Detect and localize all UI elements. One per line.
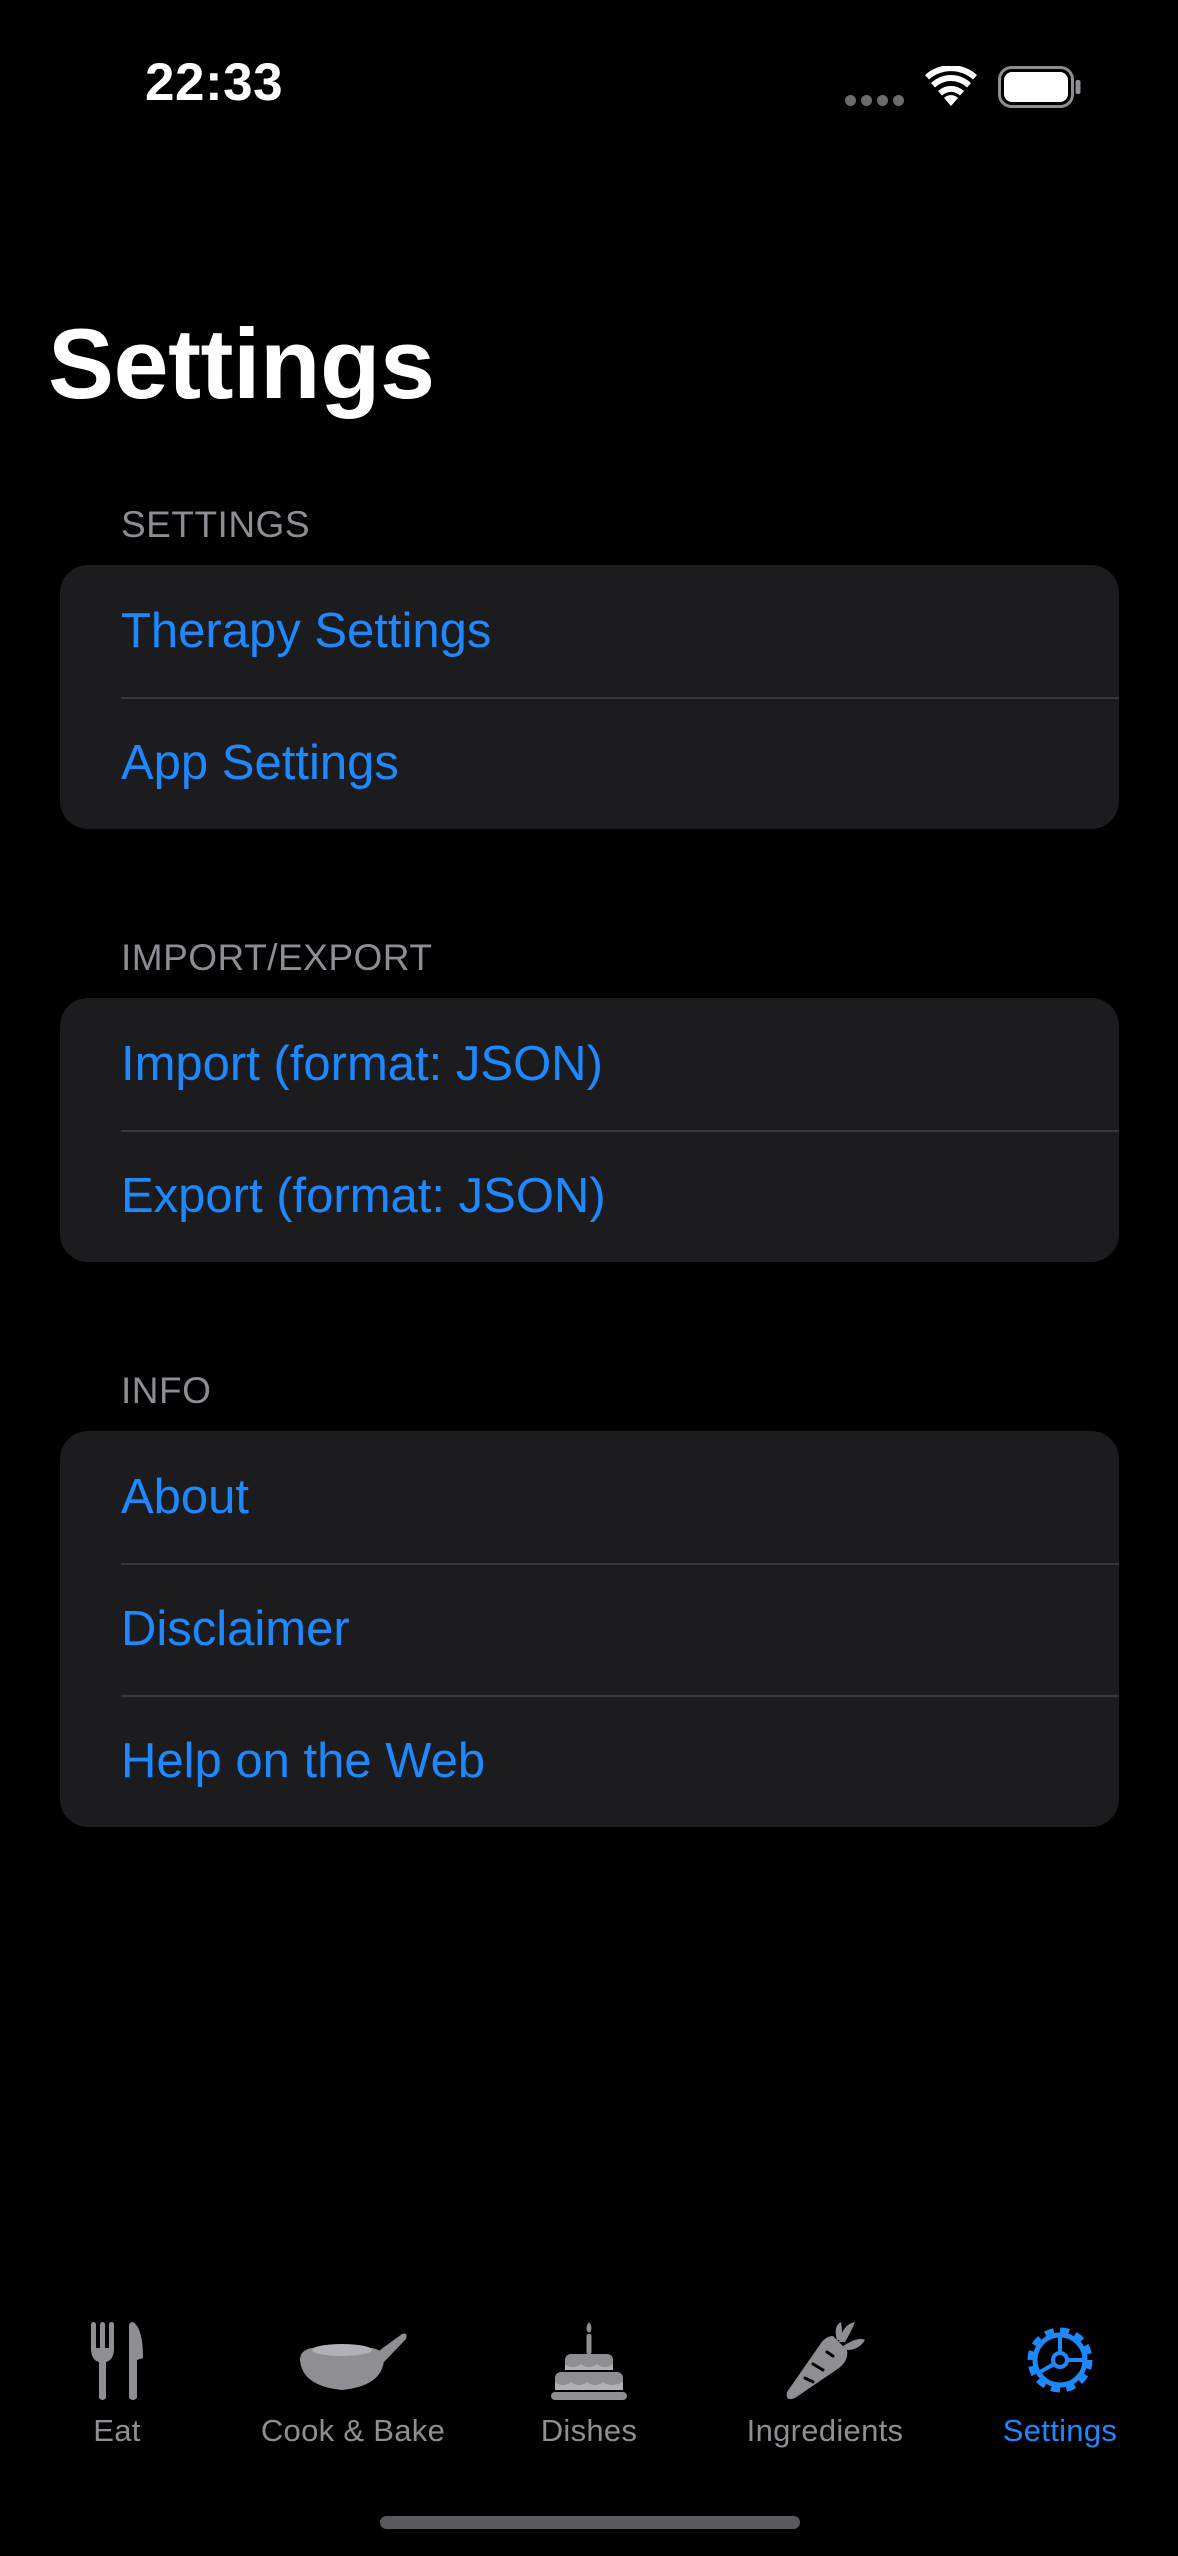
tab-cook-bake-label: Cook & Bake <box>260 2413 446 2448</box>
tab-eat[interactable]: Eat <box>2 2300 232 2460</box>
tab-eat-label: Eat <box>93 2413 141 2448</box>
home-indicator <box>380 2516 800 2529</box>
tab-cook-bake[interactable]: Cook & Bake <box>238 2300 468 2460</box>
battery-icon <box>998 66 1081 108</box>
help-on-web-label: Help on the Web <box>121 1734 486 1788</box>
birthday-cake-icon <box>551 2322 627 2400</box>
disclaimer-row[interactable]: Disclaimer <box>60 1563 1119 1695</box>
therapy-settings-row[interactable]: Therapy Settings <box>60 565 1119 697</box>
section-header-settings: SETTINGS <box>121 504 311 545</box>
fork-knife-icon <box>91 2322 143 2400</box>
status-bar: 22:33 <box>0 0 1178 180</box>
about-label: About <box>121 1470 250 1524</box>
import-export-group: Import (format: JSON) Export (format: JS… <box>60 998 1119 1262</box>
frying-pan-icon <box>300 2333 407 2390</box>
import-json-row[interactable]: Import (format: JSON) <box>60 998 1119 1130</box>
cellular-dots-icon <box>845 95 905 107</box>
section-header-import-export: IMPORT/EXPORT <box>121 937 433 978</box>
status-time: 22:33 <box>145 53 284 112</box>
export-json-label: Export (format: JSON) <box>121 1169 606 1223</box>
tab-dishes-label: Dishes <box>540 2413 638 2448</box>
page-title: Settings <box>48 308 435 419</box>
app-settings-row[interactable]: App Settings <box>60 697 1119 829</box>
import-json-label: Import (format: JSON) <box>121 1037 603 1091</box>
tab-settings-label: Settings <box>1002 2413 1118 2448</box>
export-json-row[interactable]: Export (format: JSON) <box>60 1130 1119 1262</box>
about-row[interactable]: About <box>60 1431 1119 1563</box>
carrot-icon <box>786 2322 865 2400</box>
section-header-info: INFO <box>121 1370 212 1411</box>
tab-settings[interactable]: Settings <box>945 2300 1175 2460</box>
wifi-icon <box>925 66 977 106</box>
info-group: About Disclaimer Help on the Web <box>60 1431 1119 1827</box>
app-settings-label: App Settings <box>121 736 399 790</box>
therapy-settings-label: Therapy Settings <box>121 604 492 658</box>
tab-ingredients-label: Ingredients <box>746 2413 904 2448</box>
help-on-web-row[interactable]: Help on the Web <box>60 1695 1119 1827</box>
tab-ingredients[interactable]: Ingredients <box>710 2300 940 2460</box>
disclaimer-label: Disclaimer <box>121 1602 350 1656</box>
settings-group: Therapy Settings App Settings <box>60 565 1119 829</box>
gear-icon <box>1027 2327 1093 2393</box>
tab-dishes[interactable]: Dishes <box>474 2300 704 2460</box>
